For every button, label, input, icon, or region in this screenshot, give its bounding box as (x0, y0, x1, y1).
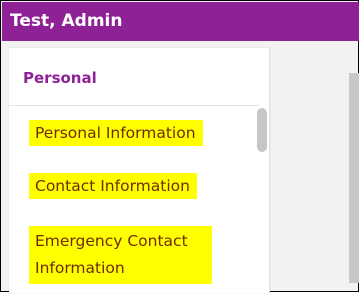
app-window: Test, Admin Personal Personal Informatio… (0, 0, 359, 293)
sidebar-nav: Personal Personal Information Contact In… (9, 48, 270, 293)
header-title: Test, Admin (2, 2, 359, 41)
sidebar-item-personal-information[interactable]: Personal Information (29, 120, 203, 146)
section-divider (9, 105, 259, 106)
sidebar-scrollbar[interactable] (257, 108, 267, 152)
content-panel-edge (349, 73, 359, 283)
sidebar-item-emergency-contact-information[interactable]: Emergency Contact Information (29, 226, 212, 284)
sidebar-section-personal: Personal (23, 69, 97, 87)
sidebar-item-contact-information[interactable]: Contact Information (29, 173, 197, 199)
